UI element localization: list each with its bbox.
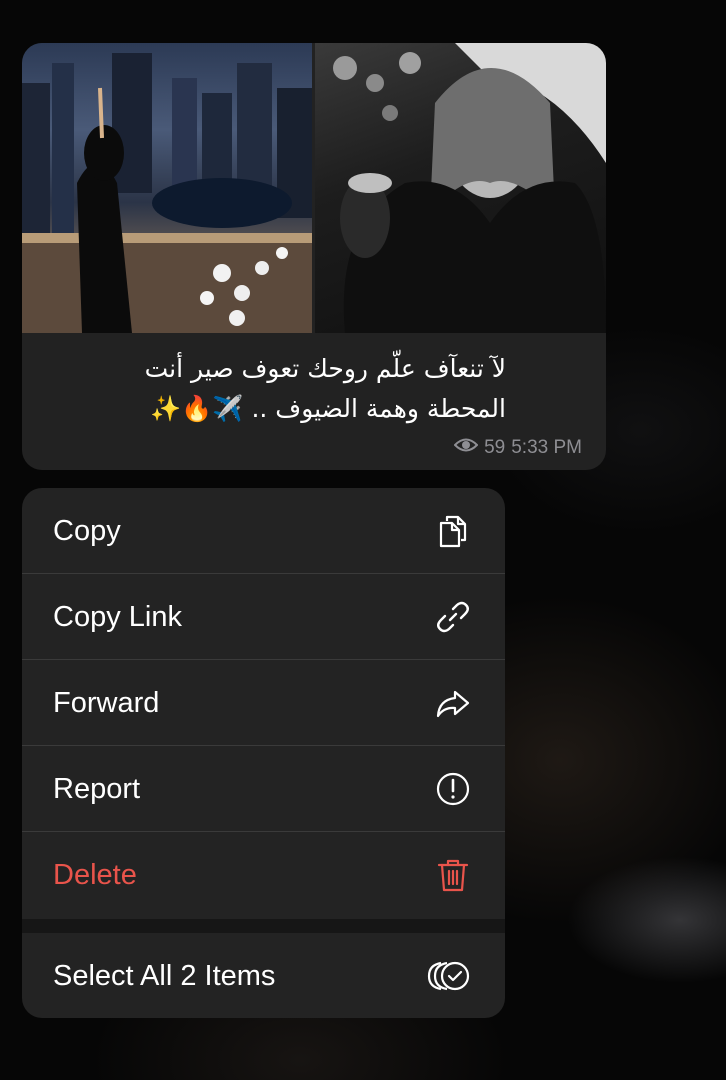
menu-item-label: Delete xyxy=(53,858,137,891)
copy-icon xyxy=(433,511,473,551)
message-bubble[interactable]: لآ تنعآف علّم روحك تعوف صير أنت المحطة و… xyxy=(22,43,606,470)
menu-item-label: Report xyxy=(53,772,141,805)
forward-icon xyxy=(433,683,473,723)
menu-item-copy[interactable]: Copy xyxy=(22,488,505,574)
menu-item-copy-link[interactable]: Copy Link xyxy=(22,574,505,660)
menu-item-select-all[interactable]: Select All 2 Items xyxy=(22,933,505,1018)
caption-line: المحطة وهمة الضيوف .. ✈️🔥✨ xyxy=(150,394,506,423)
menu-item-label: Copy xyxy=(53,514,121,547)
message-time: 5:33 PM xyxy=(511,437,582,458)
report-icon xyxy=(433,769,473,809)
photo-album xyxy=(22,43,606,333)
eye-icon xyxy=(453,436,479,460)
menu-item-forward[interactable]: Forward xyxy=(22,660,505,746)
context-menu: Copy Copy Link Forward Report Delete Sel… xyxy=(22,488,505,1018)
message-meta: 59 5:33 PM xyxy=(453,436,582,460)
menu-item-report[interactable]: Report xyxy=(22,746,505,832)
view-count: 59 xyxy=(484,437,506,458)
menu-item-label: Select All 2 Items xyxy=(53,959,276,992)
message-caption: لآ تنعآف علّم روحك تعوف صير أنت المحطة و… xyxy=(46,349,506,429)
caption-line: لآ تنعآف علّم روحك تعوف صير أنت xyxy=(144,354,506,383)
menu-item-label: Copy Link xyxy=(53,600,182,633)
link-icon xyxy=(433,597,473,637)
menu-item-delete[interactable]: Delete xyxy=(22,832,505,918)
menu-item-label: Forward xyxy=(53,686,160,719)
fur-coat-photo[interactable] xyxy=(315,43,606,333)
city-night-photo[interactable] xyxy=(22,43,312,333)
menu-section-gap xyxy=(22,919,505,933)
trash-icon xyxy=(433,855,473,895)
select-all-icon xyxy=(425,956,473,996)
